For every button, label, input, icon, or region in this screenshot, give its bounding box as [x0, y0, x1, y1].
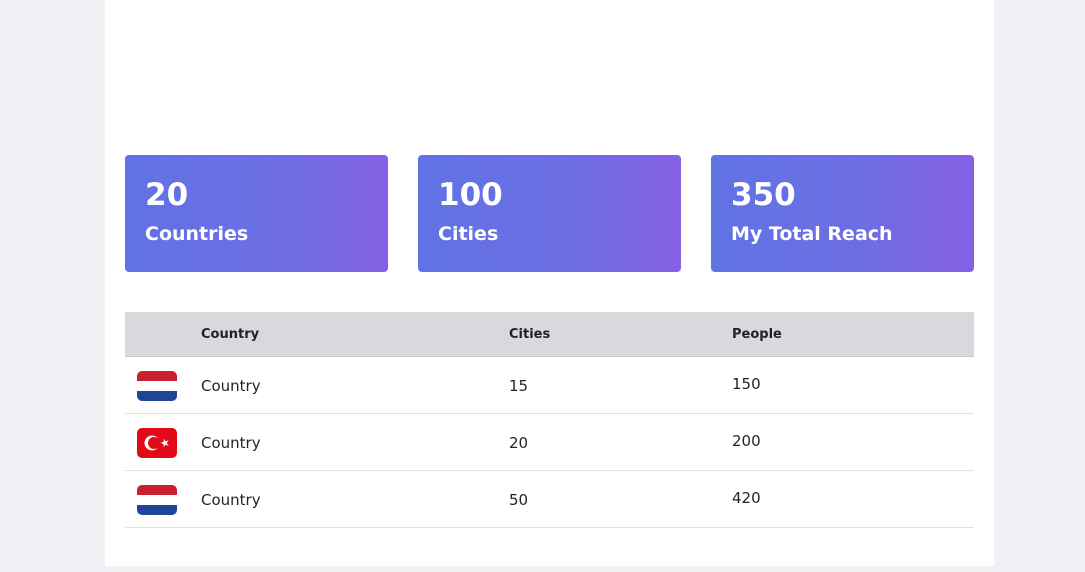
table-row: Country 15 150: [125, 357, 974, 414]
stat-value: 20: [145, 177, 189, 213]
column-header-cities[interactable]: Cities: [509, 327, 550, 343]
stats-cards: 20 Countries 100 Cities 350 My Total Rea…: [125, 155, 974, 272]
netherlands-flag-icon: [137, 371, 177, 401]
stat-card-countries: 20 Countries: [125, 155, 388, 272]
stat-card-cities: 100 Cities: [418, 155, 681, 272]
people-cell: 150: [732, 375, 761, 393]
cities-cell: 20: [509, 434, 529, 452]
content-panel: 20 Countries 100 Cities 350 My Total Rea…: [105, 0, 994, 566]
people-cell: 420: [732, 489, 761, 507]
column-header-people[interactable]: People: [732, 327, 782, 343]
people-cell: 200: [732, 432, 761, 450]
cities-cell: 50: [509, 491, 529, 509]
table-row: Country 20 200: [125, 414, 974, 471]
stat-label: My Total Reach: [731, 223, 893, 245]
netherlands-flag-icon: [137, 485, 177, 515]
turkey-flag-icon: [137, 428, 177, 458]
stat-card-total-reach: 350 My Total Reach: [711, 155, 974, 272]
column-header-country[interactable]: Country: [201, 327, 259, 343]
country-cell: Country: [201, 434, 261, 452]
stat-value: 350: [731, 177, 796, 213]
stat-label: Countries: [145, 223, 249, 245]
country-cell: Country: [201, 491, 261, 509]
table-row: Country 50 420: [125, 471, 974, 528]
cities-cell: 15: [509, 377, 529, 395]
stat-value: 100: [438, 177, 503, 213]
country-cell: Country: [201, 377, 261, 395]
stat-label: Cities: [438, 223, 499, 245]
countries-table: Country Cities People Country 15 150 Cou…: [125, 312, 974, 528]
table-header: Country Cities People: [125, 312, 974, 357]
